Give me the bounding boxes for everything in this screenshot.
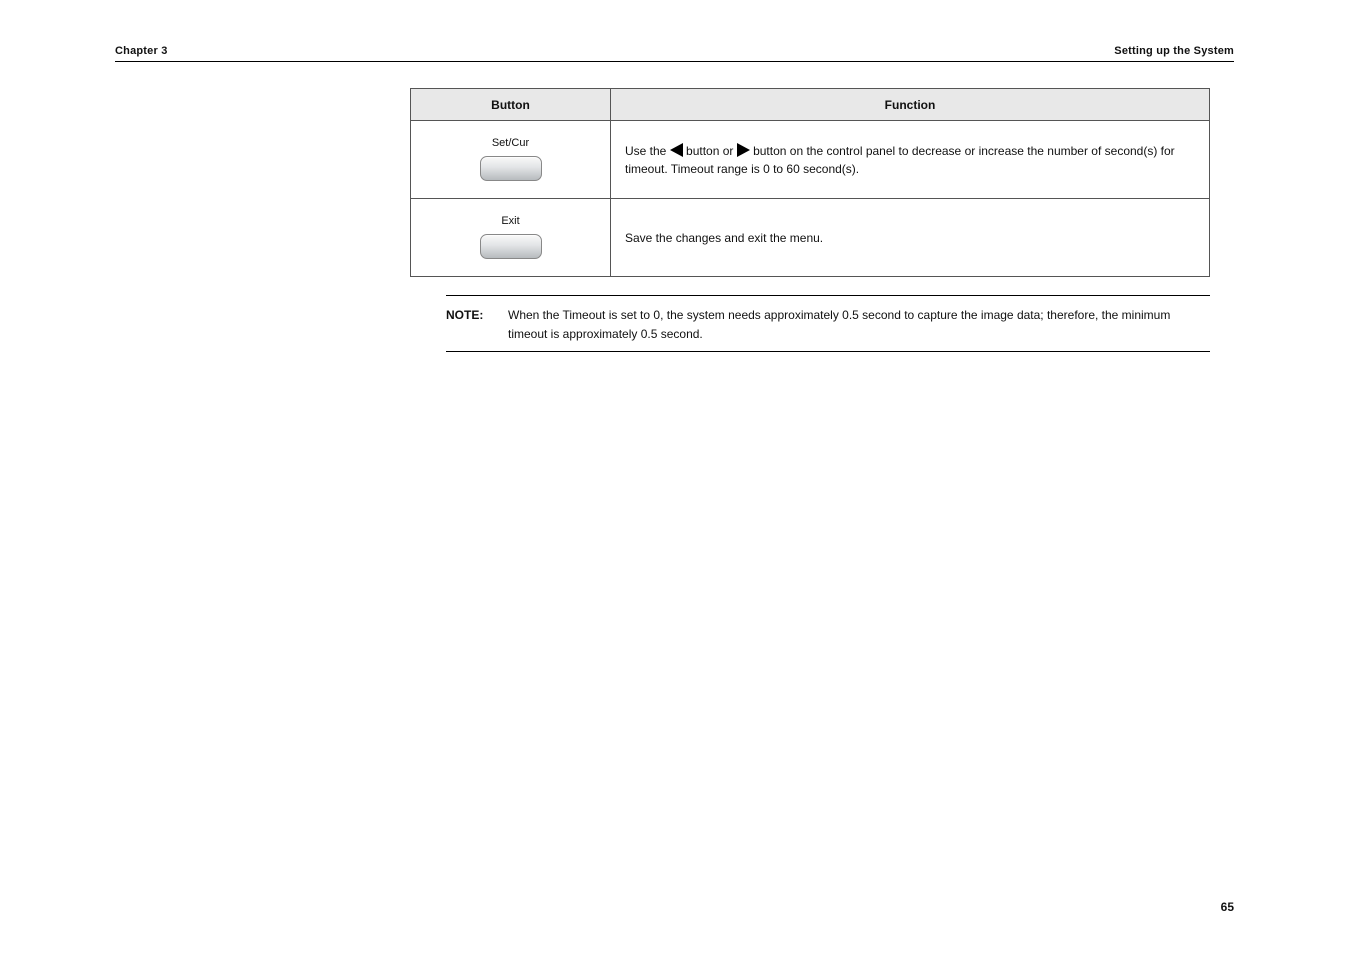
table-row: Exit Save the changes and exit the menu. bbox=[411, 199, 1210, 277]
function-desc-setcur: Use the button or button on the control … bbox=[611, 121, 1210, 199]
table-row: Set/Cur Use the button or button on the … bbox=[411, 121, 1210, 199]
section-label: Setting up the System bbox=[1114, 45, 1234, 57]
button-label-setcur: Set/Cur bbox=[425, 135, 596, 152]
note-label: NOTE: bbox=[446, 306, 508, 343]
page-header: Chapter 3 Setting up the System bbox=[115, 45, 1234, 61]
function-desc-exit: Save the changes and exit the menu. bbox=[611, 199, 1210, 277]
left-arrow-icon bbox=[670, 143, 683, 157]
keycap-icon bbox=[480, 234, 542, 259]
button-label-exit: Exit bbox=[425, 213, 596, 230]
right-arrow-icon bbox=[737, 143, 750, 157]
button-function-table: Button Function Set/Cur Use the button o… bbox=[410, 88, 1210, 277]
table-header-function: Function bbox=[611, 89, 1210, 121]
header-rule bbox=[115, 61, 1234, 62]
table-header-button: Button bbox=[411, 89, 611, 121]
note-text: When the Timeout is set to 0, the system… bbox=[508, 306, 1210, 343]
chapter-label: Chapter 3 bbox=[115, 45, 168, 57]
note-block: NOTE: When the Timeout is set to 0, the … bbox=[446, 295, 1210, 352]
page-number: 65 bbox=[1221, 900, 1234, 914]
keycap-icon bbox=[480, 156, 542, 181]
